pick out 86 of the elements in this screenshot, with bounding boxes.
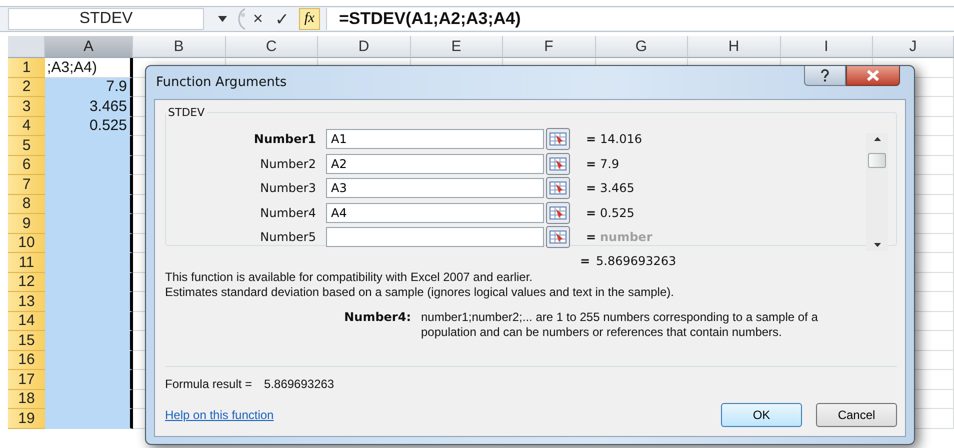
row-header[interactable]: 19 [8, 409, 45, 428]
formula-result-label: Formula result = [165, 377, 252, 391]
argument-result: 3.465 [600, 181, 634, 196]
collapse-dialog-icon[interactable] [546, 177, 570, 200]
argument-field[interactable]: A1 [326, 129, 544, 150]
column-header[interactable]: F [503, 36, 596, 58]
enter-button[interactable]: ✓ [274, 8, 289, 30]
argument-field[interactable]: A3 [326, 178, 544, 198]
cell[interactable] [45, 409, 133, 428]
collapse-dialog-icon[interactable] [546, 128, 570, 150]
row-header[interactable]: 8 [8, 194, 45, 214]
argument-result: 7.9 [600, 156, 620, 171]
column-header[interactable]: J [873, 36, 954, 58]
equals-sign: = [580, 254, 592, 268]
scrollbar[interactable] [866, 133, 888, 251]
scroll-up-icon[interactable] [874, 137, 880, 141]
row-header[interactable]: 14 [8, 312, 45, 331]
name-box[interactable]: STDEV [8, 8, 204, 30]
equals-sign: = [586, 181, 598, 196]
scroll-down-icon[interactable] [874, 243, 880, 247]
row-header[interactable]: 13 [8, 292, 45, 312]
row-header[interactable]: 1 [8, 58, 45, 78]
row-header[interactable]: 2 [8, 78, 45, 97]
help-button[interactable] [804, 66, 846, 86]
row-header[interactable]: 12 [8, 272, 45, 292]
equals-sign: = [586, 230, 598, 244]
equals-sign: = [586, 132, 598, 146]
insert-function-button[interactable]: fx [298, 8, 320, 30]
function-result: 5.869693263 [596, 254, 676, 268]
column-header[interactable]: H [688, 36, 780, 58]
formula-field[interactable]: =STDEV(A1;A2;A3;A4) [326, 8, 954, 30]
cancel-button[interactable]: × [253, 9, 263, 29]
row-header[interactable]: 6 [8, 156, 45, 175]
function-description: This function is available for compatibility with Excel 2007 and earlier. [165, 270, 534, 285]
argument-label: Number5 [259, 230, 317, 244]
argument-label: Number1 [252, 132, 317, 146]
argument-label: Number2 [259, 156, 317, 171]
equals-sign: = [586, 156, 598, 171]
row-header[interactable]: 4 [8, 116, 45, 136]
help-link[interactable]: Help on this function [165, 408, 274, 422]
close-icon [866, 70, 880, 81]
collapse-dialog-icon[interactable] [546, 152, 570, 175]
argument-result: number [600, 230, 652, 244]
group-title: STDEV [167, 106, 206, 119]
argument-label: Number4 [259, 206, 317, 220]
scroll-thumb[interactable] [868, 153, 886, 168]
dialog-button[interactable]: OK [721, 403, 802, 427]
row-header[interactable]: 17 [8, 370, 45, 390]
row-header[interactable]: 15 [8, 331, 45, 350]
column-header[interactable]: C [226, 36, 318, 58]
cell[interactable]: ;A3;A4) [45, 58, 133, 78]
formula-result-value: 5.869693263 [264, 377, 334, 391]
row-header[interactable]: 16 [8, 350, 45, 370]
column-header[interactable]: D [318, 36, 410, 58]
collapse-dialog-icon[interactable] [546, 226, 570, 248]
function-description: Estimates standard deviation based on a sample (ignores logical values and text in the sample). [165, 285, 675, 300]
argument-help-text: number1;number2;... are 1 to 255 numbers corresponding to a sample of a population and can be numbers or references that contain numbers. [421, 310, 819, 340]
argument-field[interactable] [326, 227, 544, 248]
column-header[interactable]: B [133, 36, 226, 58]
dialog-button[interactable]: Cancel [816, 403, 897, 427]
argument-field[interactable]: A4 [326, 202, 544, 223]
row-header[interactable]: 3 [8, 97, 45, 116]
cell[interactable]: 3.465 [45, 97, 133, 116]
row-header[interactable]: 18 [8, 390, 45, 409]
row-header[interactable]: 9 [8, 214, 45, 234]
collapse-dialog-icon[interactable] [546, 202, 570, 224]
column-header[interactable]: A [45, 36, 133, 58]
close-button[interactable] [846, 66, 900, 86]
row-header[interactable]: 5 [8, 136, 45, 156]
cell[interactable]: 7.9 [45, 78, 133, 97]
help-icon [820, 69, 830, 82]
argument-field[interactable]: A2 [326, 154, 544, 174]
column-header[interactable]: G [596, 36, 688, 58]
column-header[interactable]: I [780, 36, 873, 58]
row-header[interactable]: 7 [8, 175, 45, 194]
dropdown-icon[interactable] [218, 16, 227, 22]
dialog-title: Function Arguments [156, 75, 287, 90]
argument-result: 0.525 [600, 206, 634, 220]
argument-label: Number3 [259, 181, 317, 196]
cell[interactable]: 0.525 [45, 116, 133, 136]
row-header[interactable]: 10 [8, 234, 45, 253]
row-header[interactable]: 11 [8, 253, 45, 272]
argument-result: 14.016 [600, 132, 642, 146]
column-header[interactable]: E [410, 36, 503, 58]
equals-sign: = [586, 206, 598, 220]
argument-help-label: Number4: [343, 310, 412, 326]
